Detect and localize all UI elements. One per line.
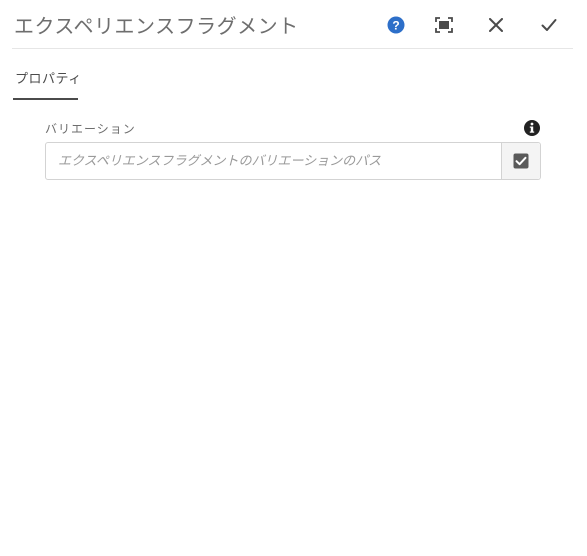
fullscreen-button[interactable] <box>431 12 457 38</box>
edit-dialog: エクスペリエンスフラグメント ? プロパティ バリエーション エクスペリエンスフ… <box>0 0 587 556</box>
path-picker-button[interactable] <box>501 143 540 179</box>
help-icon: ? <box>387 16 405 34</box>
dialog-header: エクスペリエンスフラグメント ? <box>12 0 573 49</box>
close-icon <box>489 18 503 32</box>
variation-info-button[interactable] <box>523 119 541 137</box>
dialog-title: エクスペリエンスフラグメント <box>14 14 299 38</box>
svg-text:?: ? <box>392 19 399 33</box>
close-button[interactable] <box>483 12 509 38</box>
variation-field-label: バリエーション <box>45 122 136 136</box>
variation-path-field <box>45 142 541 180</box>
checkbox-picker-icon <box>513 153 529 169</box>
fullscreen-icon <box>435 17 453 33</box>
variation-path-input[interactable] <box>46 143 490 179</box>
tab-properties-label: プロパティ <box>15 72 82 87</box>
tab-properties[interactable]: プロパティ <box>13 66 84 100</box>
checkmark-icon <box>541 19 557 31</box>
info-icon <box>524 120 540 136</box>
done-button[interactable] <box>536 12 562 38</box>
active-tab-indicator <box>13 98 78 100</box>
help-button[interactable]: ? <box>383 12 409 38</box>
tab-bar: プロパティ <box>13 66 84 100</box>
